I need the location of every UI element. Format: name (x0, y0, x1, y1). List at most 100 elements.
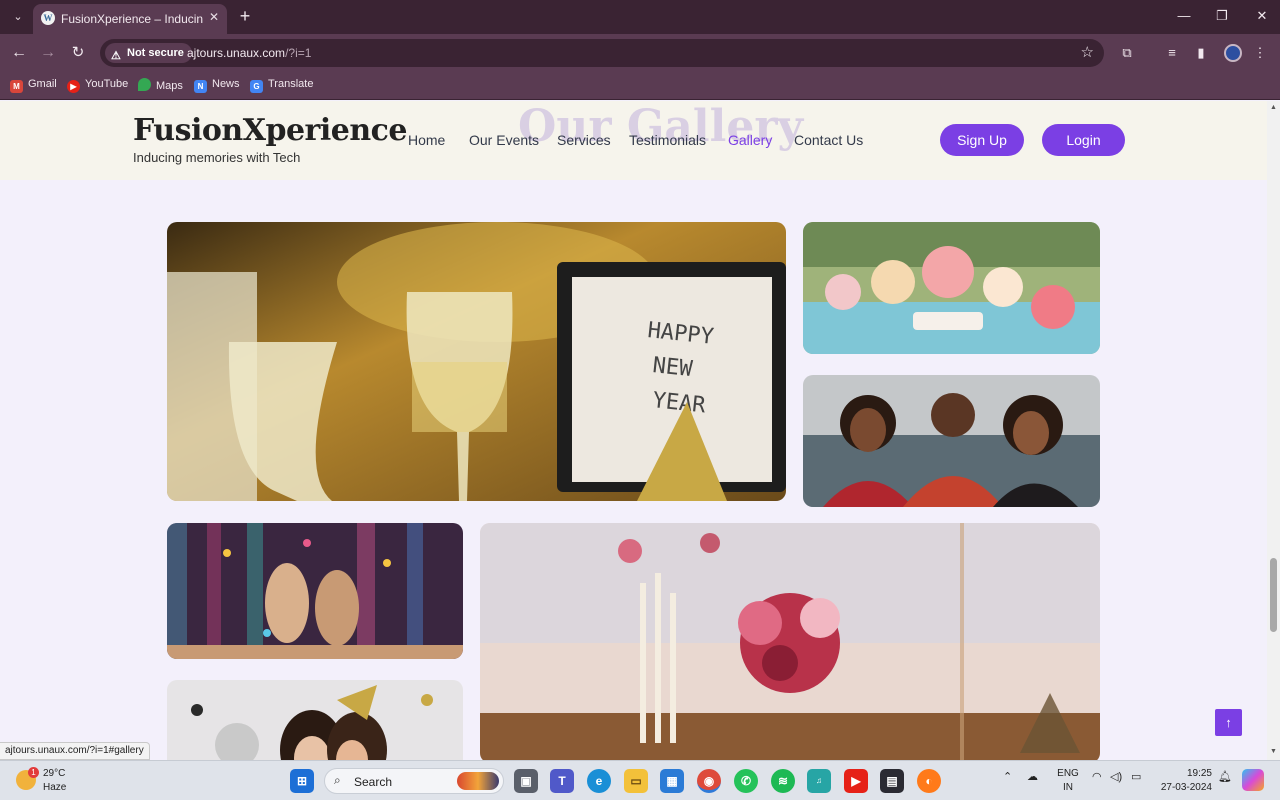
confetti-party-photo[interactable] (167, 523, 463, 659)
scroll-down-arrow-icon[interactable]: ▼ (1269, 748, 1278, 755)
terminal-app-icon[interactable]: ▤ (880, 769, 904, 793)
menu-kebab-icon[interactable]: ⋮ (1251, 44, 1269, 62)
bookmark-label: News (212, 78, 240, 90)
signup-button[interactable]: Sign Up (940, 124, 1024, 156)
language-indicator[interactable]: ENG IN (1055, 767, 1081, 795)
wordpress-favicon-icon: W (41, 11, 55, 25)
login-button[interactable]: Login (1042, 124, 1125, 156)
warning-triangle-icon: ⚠ (111, 50, 121, 62)
site-logo[interactable]: FusionXperience (133, 113, 407, 148)
tab-title: FusionXperience – Inducing me (61, 12, 203, 26)
amazon-music-icon[interactable]: ♫ (807, 769, 831, 793)
gmail-icon: M (10, 80, 23, 93)
tab-search-chevron-icon[interactable]: ⌄ (8, 7, 28, 27)
minimize-window-icon[interactable]: — (1171, 6, 1197, 26)
bookmark-star-icon[interactable]: ☆ (1081, 43, 1094, 61)
battery-icon[interactable]: ▭ (1131, 770, 1141, 783)
onedrive-cloud-icon[interactable]: ☁ (1027, 770, 1038, 783)
translate-icon: G (250, 80, 263, 93)
bookmark-gmail[interactable]: M Gmail (10, 78, 57, 93)
reload-icon[interactable]: ↻ (67, 42, 89, 64)
url-text: ajtours.unaux.com/?i=1 (187, 46, 311, 60)
news-icon: N (194, 80, 207, 93)
nav-home[interactable]: Home (408, 132, 445, 148)
friends-selfie-image (803, 375, 1100, 507)
nav-testimonials[interactable]: Testimonials (629, 132, 706, 148)
reading-list-icon[interactable]: ≡ (1163, 44, 1181, 62)
store-icon[interactable]: ▦ (660, 769, 684, 793)
bookmarks-bar: M Gmail ▶ YouTube Maps N News G Translate (0, 72, 1280, 100)
taskbar-search-box[interactable]: ⌕ Search (324, 768, 504, 794)
chrome-icon[interactable]: ◉ (697, 769, 721, 793)
close-window-icon[interactable]: ✕ (1249, 6, 1275, 26)
new-tab-plus-icon[interactable]: + (235, 6, 255, 26)
bookmark-youtube[interactable]: ▶ YouTube (67, 78, 128, 93)
bookmark-label: Gmail (28, 78, 57, 90)
copilot-icon[interactable] (1242, 769, 1264, 791)
profile-avatar[interactable] (1224, 44, 1242, 62)
close-tab-icon[interactable]: ✕ (209, 10, 219, 24)
floral-table-photo[interactable] (480, 523, 1100, 760)
system-clock[interactable]: 19:25 27-03-2024 (1160, 767, 1212, 795)
firefox-icon[interactable]: ◐ (917, 769, 941, 793)
volume-icon[interactable]: ◁) (1110, 770, 1122, 783)
file-explorer-icon[interactable]: ▭ (624, 769, 648, 793)
bookmark-label: Maps (156, 80, 183, 92)
friends-selfie-photo[interactable] (803, 375, 1100, 507)
edge-icon[interactable]: e (587, 769, 611, 793)
whatsapp-icon[interactable]: ✆ (734, 769, 758, 793)
youtube-app-icon[interactable]: ▶ (844, 769, 868, 793)
nav-contact-us[interactable]: Contact Us (794, 132, 863, 148)
page-viewport: Our Gallery FusionXperience Inducing mem… (0, 101, 1267, 760)
search-label: Search (354, 775, 393, 789)
nav-our-events[interactable]: Our Events (469, 132, 539, 148)
search-highlight-art (457, 772, 499, 790)
svg-text:NEW: NEW (651, 353, 694, 382)
site-tagline: Inducing memories with Tech (133, 150, 301, 165)
search-icon: ⌕ (334, 773, 341, 787)
new-year-champagne-photo[interactable]: HAPPY NEW YEAR (167, 222, 786, 501)
weather-badge: 1 (28, 767, 39, 778)
windows-start-icon[interactable]: ⊞ (290, 769, 314, 793)
floral-table-image (480, 523, 1100, 760)
bookmark-news[interactable]: N News (194, 78, 240, 93)
nav-services[interactable]: Services (557, 132, 611, 148)
confetti-party-image (167, 523, 463, 659)
bookmark-maps[interactable]: Maps (138, 78, 183, 92)
nav-gallery[interactable]: Gallery (728, 132, 772, 148)
address-bar[interactable]: ⚠ Not secure ajtours.unaux.com/?i=1 ☆ (100, 39, 1104, 67)
party-hats-image (167, 680, 463, 760)
scrollbar-thumb[interactable] (1270, 558, 1277, 632)
side-panel-icon[interactable]: ▮ (1192, 44, 1210, 62)
page-scrollbar[interactable]: ▲ ▼ (1267, 101, 1280, 760)
browser-tab-active[interactable]: W FusionXperience – Inducing me ✕ (33, 4, 227, 34)
url-path: /?i=1 (285, 46, 312, 60)
tray-chevron-up-icon[interactable]: ⌃ (1003, 770, 1012, 783)
dessert-table-image (803, 222, 1100, 354)
youtube-icon: ▶ (67, 80, 80, 93)
notification-bell-icon[interactable]: 🔔︎ (1218, 770, 1232, 783)
bookmark-label: Translate (268, 78, 314, 90)
status-bar-url: ajtours.unaux.com/?i=1#gallery (0, 742, 150, 760)
wifi-icon[interactable]: ◠ (1092, 770, 1102, 783)
back-to-top-button[interactable]: ↑ (1215, 709, 1242, 736)
extensions-puzzle-icon[interactable]: ⧉ (1118, 44, 1136, 62)
weather-temperature[interactable]: 29°C (43, 768, 65, 779)
browser-toolbar: ← → ↻ ⚠ Not secure ajtours.unaux.com/?i=… (0, 34, 1280, 72)
spotify-icon[interactable]: ≋ (771, 769, 795, 793)
clock-time: 19:25 (1186, 768, 1212, 779)
not-secure-chip[interactable]: ⚠ Not secure (105, 43, 192, 63)
dessert-table-photo[interactable] (803, 222, 1100, 354)
party-hats-photo[interactable] (167, 680, 463, 760)
forward-arrow-icon[interactable]: → (37, 42, 59, 64)
teams-icon[interactable]: T (550, 769, 574, 793)
bookmark-label: YouTube (85, 78, 129, 90)
bookmark-translate[interactable]: G Translate (250, 78, 313, 93)
windows-taskbar: 1 29°C Haze ⊞ ⌕ Search ▣ T e ▭ ▦ ◉ ✆ ≋ ♫… (0, 760, 1280, 800)
task-view-icon[interactable]: ▣ (514, 769, 538, 793)
site-header: Our Gallery FusionXperience Inducing mem… (0, 101, 1267, 180)
restore-window-icon[interactable]: ❐ (1209, 6, 1235, 26)
clock-date: 27-03-2024 (1160, 782, 1212, 793)
scroll-up-arrow-icon[interactable]: ▲ (1269, 104, 1278, 111)
back-arrow-icon[interactable]: ← (8, 42, 30, 64)
